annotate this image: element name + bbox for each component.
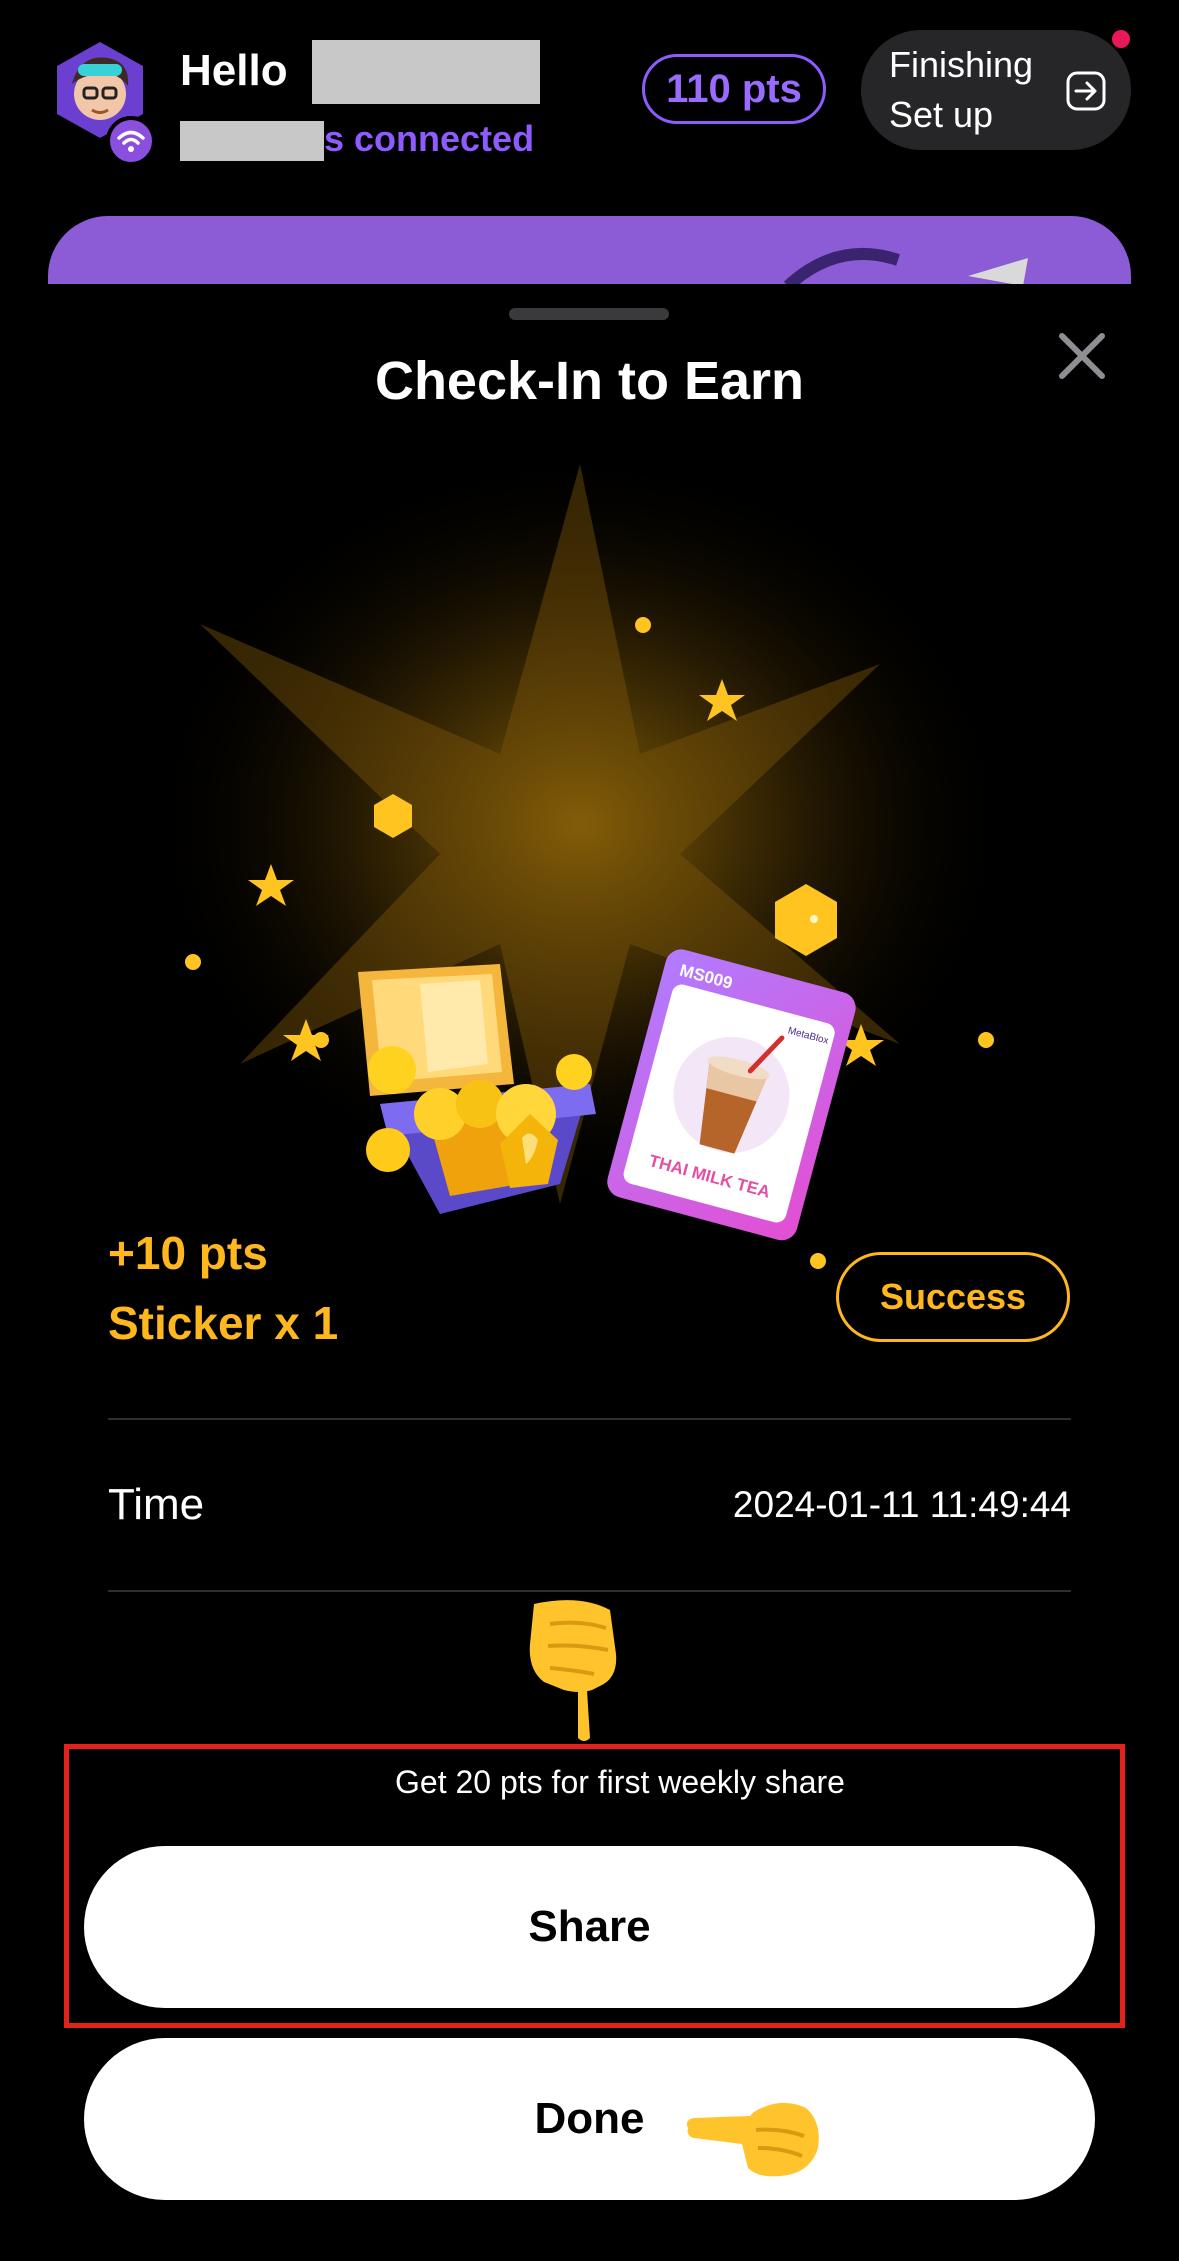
finish-setup-button[interactable]: Finishing Set up — [861, 30, 1131, 150]
notification-dot — [1112, 30, 1130, 48]
app-header: Hello s connected 110 pts Finishing Set … — [0, 0, 1179, 286]
divider-bottom — [108, 1590, 1071, 1592]
promo-banner-art — [783, 248, 1028, 286]
time-label: Time — [108, 1480, 205, 1529]
time-value: 2024-01-11 11:49:44 — [732, 1484, 1071, 1525]
wifi-badge — [106, 116, 156, 166]
hand-point-left-icon — [686, 2102, 819, 2177]
reward-sticker: Sticker x 1 — [108, 1297, 339, 1349]
divider-top — [108, 1418, 1071, 1420]
wifi-status-text: s connected — [180, 118, 535, 162]
hand-point-down-icon — [529, 1600, 617, 1741]
check-in-sheet: Check-In to Earn MS009 MetaBlox THAI MIL… — [0, 284, 1179, 2261]
redacted-username — [312, 40, 540, 104]
wifi-icon — [117, 130, 145, 152]
greeting-text: Hello — [180, 46, 288, 95]
sheet-grabber[interactable] — [509, 308, 669, 320]
share-bonus-note: Get 20 pts for first weekly share — [395, 1764, 845, 1800]
redacted-network-name — [180, 121, 324, 162]
sheet-title: Check-In to Earn — [374, 351, 805, 411]
promo-banner[interactable] — [48, 216, 1131, 286]
points-badge[interactable]: 110 pts — [642, 54, 826, 124]
status-badge: Success — [836, 1252, 1070, 1342]
done-button[interactable]: Done — [84, 2038, 1095, 2200]
reward-points: +10 pts — [108, 1227, 268, 1279]
wifi-status-label: s connected — [324, 118, 535, 159]
exit-arrow-icon — [1066, 71, 1106, 111]
finish-setup-label: Finishing Set up — [889, 44, 1034, 135]
share-button[interactable]: Share — [84, 1846, 1095, 2008]
